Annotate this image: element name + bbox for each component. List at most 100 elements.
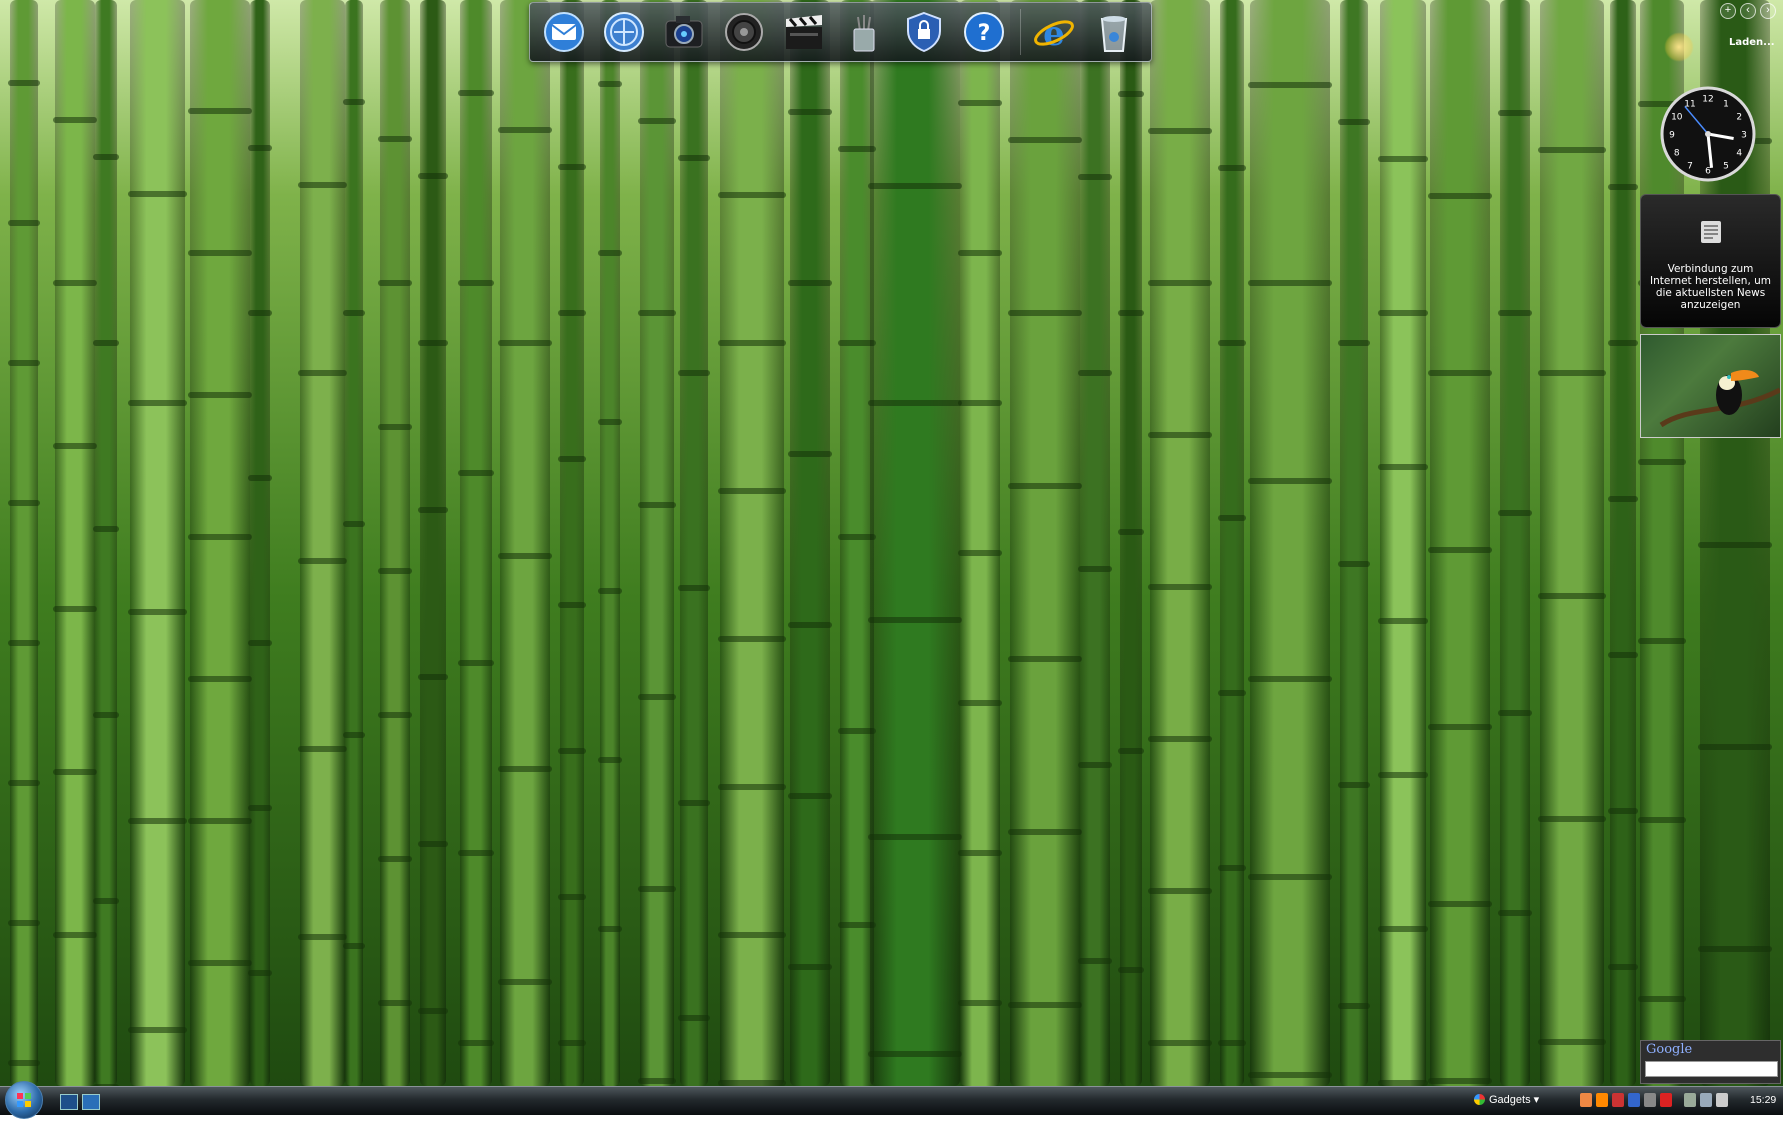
- bamboo-node: [418, 507, 448, 513]
- recycle-bin-icon[interactable]: [1090, 9, 1138, 55]
- bamboo-node: [458, 470, 494, 476]
- bamboo-node: [1538, 370, 1606, 376]
- bamboo-node: [1148, 128, 1212, 134]
- tray-security-icon[interactable]: [1612, 1093, 1624, 1107]
- bamboo-node: [188, 534, 252, 540]
- tray-network-status-icon[interactable]: [1628, 1093, 1640, 1107]
- bamboo-node: [788, 964, 832, 970]
- start-button[interactable]: [5, 1081, 43, 1119]
- bamboo-node: [248, 475, 272, 481]
- internet-explorer-icon[interactable]: e: [1030, 9, 1078, 55]
- bamboo-node: [418, 173, 448, 179]
- bamboo-node: [1008, 310, 1082, 316]
- bamboo-node: [1498, 910, 1532, 916]
- bamboo-node: [718, 636, 786, 642]
- gadgets-taskbar-button[interactable]: Gadgets ▾: [1474, 1093, 1539, 1106]
- bamboo-node: [1008, 137, 1082, 143]
- bamboo-node: [788, 109, 832, 115]
- speaker-icon[interactable]: [720, 9, 768, 55]
- bamboo-node: [868, 617, 962, 623]
- bamboo-node: [718, 784, 786, 790]
- bamboo-node: [718, 932, 786, 938]
- bamboo-node: [128, 400, 187, 406]
- bamboo-node: [1378, 156, 1428, 162]
- bamboo-node: [1538, 593, 1606, 599]
- bamboo-node: [678, 800, 710, 806]
- bamboo-node: [1428, 724, 1492, 730]
- bamboo-node: [598, 250, 622, 256]
- bamboo-node: [53, 280, 97, 286]
- bamboo-node: [1608, 496, 1638, 502]
- tray-firefox-icon[interactable]: [1596, 1093, 1608, 1107]
- bamboo-node: [53, 117, 97, 123]
- bamboo-node: [1148, 584, 1212, 590]
- bamboo-node: [1428, 901, 1492, 907]
- bamboo-node: [418, 1008, 448, 1014]
- bamboo-node: [1698, 542, 1772, 548]
- clock-gadget[interactable]: 12 1 2 3 4 5 6 7 8 9 10 11: [1660, 86, 1756, 182]
- bamboo-node: [93, 154, 119, 160]
- tray-antivirus-icon[interactable]: [1660, 1093, 1672, 1107]
- slideshow-gadget[interactable]: [1640, 334, 1781, 438]
- clapperboard-icon[interactable]: [780, 9, 828, 55]
- bamboo-stalk: [638, 0, 676, 1086]
- bamboo-node: [958, 250, 1002, 256]
- news-gadget[interactable]: Verbindung zum Internet herstellen, um d…: [1640, 194, 1781, 328]
- bamboo-node: [1078, 566, 1112, 572]
- bamboo-node: [128, 818, 187, 824]
- tray-chrome-icon[interactable]: [1580, 1093, 1592, 1107]
- google-search-input[interactable]: [1645, 1061, 1778, 1077]
- tray-volume-icon[interactable]: [1716, 1093, 1728, 1107]
- show-desktop-icon[interactable]: [60, 1094, 78, 1110]
- pen-cup-icon[interactable]: [840, 9, 888, 55]
- sidebar-next-button[interactable]: ›: [1760, 3, 1776, 19]
- messenger-icon[interactable]: [600, 9, 648, 55]
- sidebar-add-gadget-button[interactable]: +: [1720, 3, 1736, 19]
- bamboo-node: [53, 606, 97, 612]
- bamboo-node: [678, 370, 710, 376]
- bamboo-node: [53, 932, 97, 938]
- bamboo-node: [1498, 310, 1532, 316]
- camera-icon[interactable]: [660, 9, 708, 55]
- launcher-dock: ? e: [529, 2, 1152, 62]
- bamboo-stalk: [1148, 0, 1212, 1086]
- bamboo-node: [598, 926, 622, 932]
- bamboo-node: [1608, 652, 1638, 658]
- bamboo-node: [958, 850, 1002, 856]
- taskbar: Gadgets ▾ 15:29: [0, 1081, 1783, 1119]
- bamboo-node: [788, 622, 832, 628]
- clock-numeral: 2: [1736, 113, 1742, 123]
- bamboo-node: [188, 676, 252, 682]
- mail-icon[interactable]: [540, 9, 588, 55]
- bamboo-stalk: [128, 0, 187, 1086]
- bamboo-node: [638, 118, 676, 124]
- bamboo-node: [8, 640, 40, 646]
- help-icon[interactable]: ?: [960, 9, 1008, 55]
- bamboo-node: [1498, 510, 1532, 516]
- bamboo-stalk: [718, 0, 786, 1086]
- bamboo-node: [1148, 432, 1212, 438]
- bamboo-node: [558, 164, 586, 170]
- bamboo-node: [298, 558, 347, 564]
- bamboo-stalk: [838, 0, 876, 1086]
- tray-network-icon[interactable]: [1700, 1093, 1712, 1107]
- bamboo-node: [8, 80, 40, 86]
- bamboo-node: [1248, 82, 1332, 88]
- bamboo-node: [8, 1060, 40, 1066]
- tray-battery-icon[interactable]: [1684, 1093, 1696, 1107]
- bamboo-node: [378, 280, 412, 286]
- bamboo-node: [718, 192, 786, 198]
- clock-numeral: 3: [1741, 131, 1747, 141]
- switch-windows-icon[interactable]: [82, 1094, 100, 1110]
- security-shield-icon[interactable]: [900, 9, 948, 55]
- bamboo-node: [343, 943, 365, 949]
- news-offline-message: Verbindung zum Internet herstellen, um d…: [1649, 263, 1772, 311]
- tray-display-icon[interactable]: [1644, 1093, 1656, 1107]
- bamboo-node: [1118, 91, 1144, 97]
- bamboo-stalk: [1248, 0, 1332, 1086]
- sidebar-previous-button[interactable]: ‹: [1740, 3, 1756, 19]
- bamboo-node: [1428, 547, 1492, 553]
- bamboo-stalk: [298, 0, 347, 1086]
- bamboo-node: [788, 793, 832, 799]
- taskbar-clock[interactable]: 15:29: [1750, 1094, 1776, 1106]
